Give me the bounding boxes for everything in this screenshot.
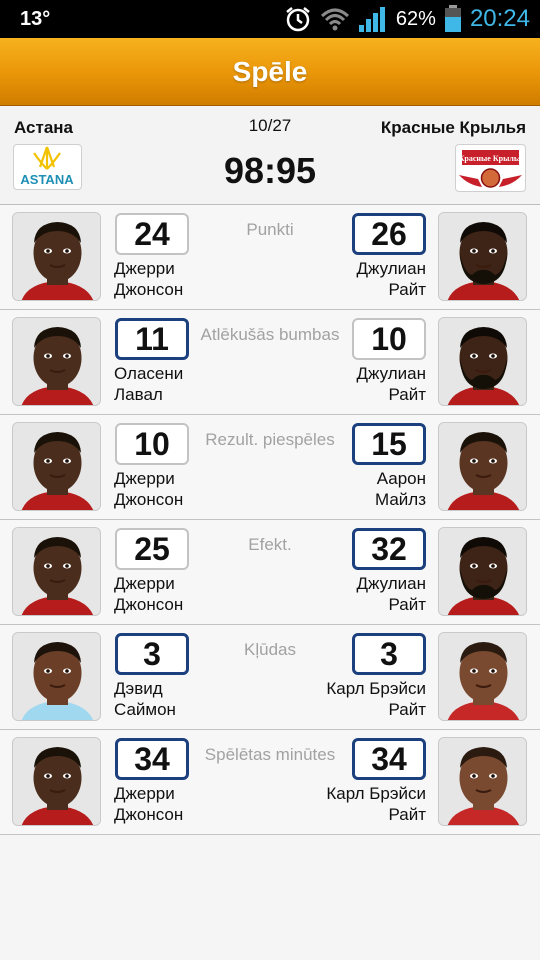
away-player-name: Карл Брэйси Райт: [326, 678, 426, 720]
away-stat-value: 15: [352, 423, 426, 465]
away-player-name: Джулиан Райт: [357, 573, 426, 615]
away-player-last-name: Райт: [388, 385, 426, 404]
home-player-first-name: Джерри: [114, 259, 175, 278]
away-player-name: Джулиан Райт: [357, 258, 426, 300]
away-player-photo[interactable]: [438, 317, 527, 406]
match-header: Астана 10/27 Красные Крылья 98:95 ASTANA…: [0, 106, 540, 205]
stat-row[interactable]: 25 Джерри Джонсон Efekt. 32 Джулиан Райт: [0, 520, 540, 625]
away-player-first-name: Джулиан: [356, 259, 426, 278]
home-stat-value: 24: [115, 213, 189, 255]
stat-row[interactable]: 24 Джерри Джонсон Punkti 26 Джулиан Райт: [0, 205, 540, 310]
stat-category-label: Efekt.: [248, 535, 292, 554]
home-player-photo[interactable]: [12, 212, 101, 301]
away-player-first-name: Карл Брэйси: [326, 679, 426, 698]
away-player-last-name: Райт: [388, 805, 426, 824]
battery-icon: [444, 5, 462, 33]
home-player-last-name: Джонсон: [114, 805, 184, 824]
weather-temperature: 13°: [20, 8, 51, 30]
home-player-name: Оласени Лавал: [114, 363, 183, 405]
wifi-icon: [320, 6, 350, 32]
battery-percent: 62%: [395, 7, 436, 30]
home-player-first-name: Дэвид: [114, 679, 163, 698]
home-player-first-name: Джерри: [114, 469, 175, 488]
stat-row[interactable]: 3 Дэвид Саймон Kļūdas 3 Карл Брэйси Райт: [0, 625, 540, 730]
away-player-name: Карл Брэйси Райт: [326, 783, 426, 825]
away-player-first-name: Джулиан: [356, 364, 426, 383]
title-bar: Spēle: [0, 38, 540, 106]
away-stat-value: 32: [352, 528, 426, 570]
home-player-name: Джерри Джонсон: [114, 468, 183, 510]
clock-time: 20:24: [469, 5, 530, 32]
home-stat-value: 25: [115, 528, 189, 570]
home-player-photo[interactable]: [12, 527, 101, 616]
svg-text:ASTANA: ASTANA: [20, 172, 74, 187]
away-player-first-name: Карл Брэйси: [326, 784, 426, 803]
stat-category-label: Punkti: [246, 220, 294, 239]
away-stat-value: 34: [352, 738, 426, 780]
home-stat-value: 3: [115, 633, 189, 675]
home-player-first-name: Джерри: [114, 574, 175, 593]
away-player-last-name: Райт: [388, 595, 426, 614]
stat-category-label: Spēlētas minūtes: [204, 745, 336, 764]
away-player-photo[interactable]: [438, 527, 527, 616]
player-stats-list: 24 Джерри Джонсон Punkti 26 Джулиан Райт 11 Олас…: [0, 205, 540, 835]
home-player-name: Дэвид Саймон: [114, 678, 176, 720]
away-stat-value: 26: [352, 213, 426, 255]
away-player-photo[interactable]: [438, 422, 527, 511]
away-player-photo[interactable]: [438, 632, 527, 721]
away-player-first-name: Джулиан: [356, 574, 426, 593]
away-player-name: Аарон Майлз: [375, 468, 426, 510]
away-player-photo[interactable]: [438, 212, 527, 301]
stat-category-label: Kļūdas: [244, 640, 296, 659]
home-player-name: Джерри Джонсон: [114, 258, 183, 300]
away-player-photo[interactable]: [438, 737, 527, 826]
home-player-last-name: Джонсон: [114, 595, 184, 614]
home-player-first-name: Оласени: [114, 364, 184, 383]
stat-row[interactable]: 34 Джерри Джонсон Spēlētas minūtes 34 Карл Бр…: [0, 730, 540, 835]
away-team-logo[interactable]: Красные Крылья: [455, 144, 526, 192]
away-player-first-name: Аарон: [376, 469, 426, 488]
stat-category-label: Atlēkušās bumbas: [200, 325, 340, 344]
home-stat-value: 11: [115, 318, 189, 360]
home-player-last-name: Лавал: [114, 385, 163, 404]
alarm-clock-icon: [284, 5, 312, 33]
status-bar: 13° 62% 20:24: [0, 0, 540, 38]
home-player-last-name: Джонсон: [114, 490, 184, 509]
home-player-name: Джерри Джонсон: [114, 573, 183, 615]
away-player-name: Джулиан Райт: [357, 363, 426, 405]
home-player-last-name: Джонсон: [114, 280, 184, 299]
home-stat-value: 10: [115, 423, 189, 465]
home-player-photo[interactable]: [12, 737, 101, 826]
home-player-photo[interactable]: [12, 317, 101, 406]
home-player-last-name: Саймон: [114, 700, 176, 719]
signal-strength-icon: [358, 5, 388, 33]
home-team-logo[interactable]: ASTANA: [13, 144, 82, 190]
stat-category-label: Rezult. piespēles: [205, 430, 335, 449]
away-player-last-name: Майлз: [374, 490, 426, 509]
home-stat-value: 34: [115, 738, 189, 780]
page-title: Spēle: [232, 56, 308, 87]
away-stat-value: 3: [352, 633, 426, 675]
away-team-name: Красные Крылья: [380, 118, 526, 137]
away-stat-value: 10: [352, 318, 426, 360]
stat-row[interactable]: 10 Джерри Джонсон Rezult. piespēles 15 Аарон М…: [0, 415, 540, 520]
away-player-last-name: Райт: [388, 700, 426, 719]
away-player-last-name: Райт: [388, 280, 426, 299]
stat-row[interactable]: 11 Оласени Лавал Atlēkušās bumbas 10 Джулиан Р…: [0, 310, 540, 415]
home-player-name: Джерри Джонсон: [114, 783, 183, 825]
svg-text:Красные Крылья: Красные Крылья: [459, 154, 523, 163]
home-player-first-name: Джерри: [114, 784, 175, 803]
home-player-photo[interactable]: [12, 632, 101, 721]
home-player-photo[interactable]: [12, 422, 101, 511]
